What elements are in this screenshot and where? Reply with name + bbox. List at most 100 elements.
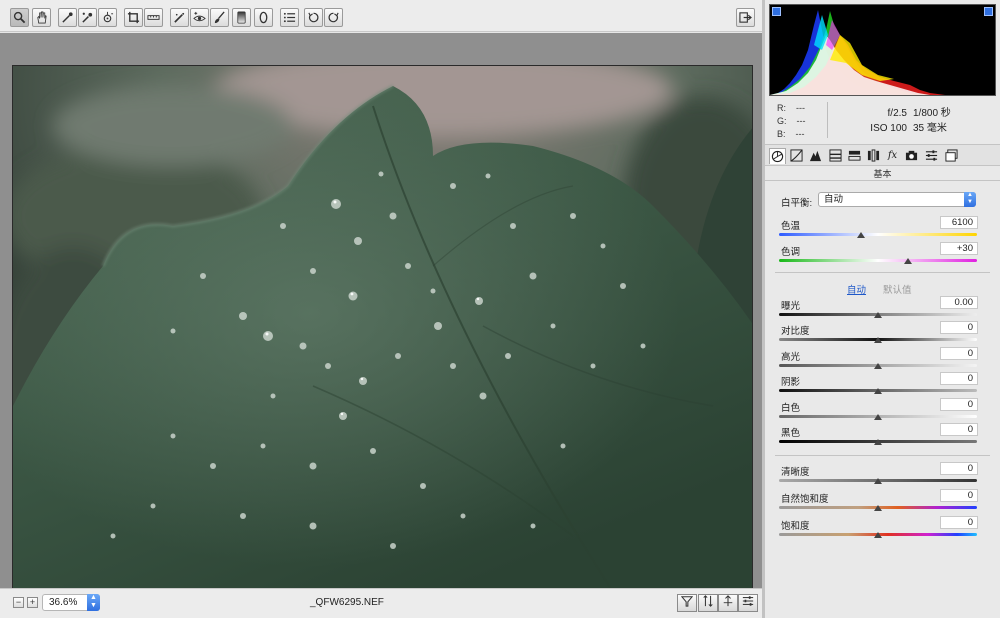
file-name: _QFW6295.NEF <box>310 597 384 608</box>
panel-tabs: fx <box>765 144 1000 166</box>
toolbar <box>0 0 762 32</box>
hand-tool-icon[interactable] <box>32 8 51 27</box>
chevron-updown-icon: ▲ ▼ <box>964 192 976 207</box>
tint-input[interactable]: +30 <box>940 242 978 255</box>
white-balance-tool-icon[interactable] <box>58 8 77 27</box>
white-balance-select[interactable]: 自动 ▲ ▼ <box>818 192 976 207</box>
chevron-updown-icon: ▲ ▼ <box>87 594 100 611</box>
clarity-slider-thumb[interactable] <box>874 478 882 484</box>
shadows-label: 阴影 <box>781 377 801 388</box>
straighten-tool-icon[interactable] <box>144 8 163 27</box>
tab-tone-curve-icon[interactable] <box>788 148 805 164</box>
divider <box>775 272 990 273</box>
contrast-input[interactable]: 0 <box>940 321 978 334</box>
temp-input[interactable]: 6100 <box>940 216 978 229</box>
b-label: B: <box>777 129 786 139</box>
camera-info: f/2.5 1/800 秒 ISO 100 35 毫米 <box>851 106 991 136</box>
fullscreen-toggle-icon[interactable] <box>736 8 755 27</box>
default-link[interactable]: 默认值 <box>883 282 912 296</box>
radial-filter-tool-icon[interactable] <box>254 8 273 27</box>
photo-preview[interactable] <box>12 65 753 591</box>
tab-presets-icon[interactable] <box>923 148 940 164</box>
temp-slider-thumb[interactable] <box>857 232 865 238</box>
shadows-input[interactable]: 0 <box>940 372 978 385</box>
tab-basic-icon[interactable] <box>769 148 786 164</box>
focal-length: 35 毫米 <box>913 123 947 134</box>
wb-value: 自动 <box>824 194 844 205</box>
tab-hsl-icon[interactable] <box>827 148 844 164</box>
swap-settings-icon[interactable] <box>698 594 718 612</box>
section-title: 基本 <box>765 167 1000 181</box>
preferences-list-icon[interactable] <box>280 8 299 27</box>
exposure-slider-thumb[interactable] <box>874 312 882 318</box>
info-divider <box>827 102 828 138</box>
tab-camera-calibration-icon[interactable] <box>903 148 920 164</box>
zoom-level-select[interactable]: 36.6% ▲ ▼ <box>42 594 100 611</box>
compare-mode-icon[interactable] <box>677 594 697 612</box>
vibrance-slider-thumb[interactable] <box>874 505 882 511</box>
tint-slider-thumb[interactable] <box>904 258 912 264</box>
b-value: --- <box>795 129 805 139</box>
histogram <box>769 4 996 96</box>
whites-input[interactable]: 0 <box>940 398 978 411</box>
status-bar: − + 36.6% ▲ ▼ _QFW6295.NEF <box>0 588 762 618</box>
contrast-slider-thumb[interactable] <box>874 337 882 343</box>
vibrance-input[interactable]: 0 <box>940 489 978 502</box>
auto-link[interactable]: 自动 <box>847 282 866 296</box>
clarity-label: 清晰度 <box>781 467 810 478</box>
color-sampler-tool-icon[interactable] <box>78 8 97 27</box>
blacks-slider-thumb[interactable] <box>874 439 882 445</box>
clarity-input[interactable]: 0 <box>940 462 978 475</box>
divider <box>775 455 990 456</box>
contrast-label: 对比度 <box>781 326 810 337</box>
preview-canvas[interactable] <box>0 33 762 591</box>
g-value: --- <box>796 116 806 126</box>
zoom-tool-icon[interactable] <box>10 8 29 27</box>
g-label: G: <box>777 116 787 126</box>
tab-split-toning-icon[interactable] <box>846 148 863 164</box>
wb-label: 白平衡: <box>781 198 813 209</box>
spot-removal-tool-icon[interactable] <box>170 8 189 27</box>
tint-slider[interactable] <box>779 259 977 262</box>
r-value: --- <box>796 103 805 113</box>
shadows-slider-thumb[interactable] <box>874 388 882 394</box>
tab-lens-icon[interactable] <box>865 148 882 164</box>
copy-settings-icon[interactable] <box>718 594 738 612</box>
adjustment-panel: R: --- G: --- B: --- f/2.5 1/800 秒 ISO 100 35… <box>765 0 1000 618</box>
exposure-input[interactable]: 0.00 <box>940 296 978 309</box>
zoom-out-button[interactable]: − <box>13 597 24 608</box>
saturation-label: 饱和度 <box>781 521 810 532</box>
temp-label: 色温 <box>781 221 801 232</box>
highlights-input[interactable]: 0 <box>940 347 978 360</box>
adjustment-brush-tool-icon[interactable] <box>210 8 229 27</box>
blacks-label: 黑色 <box>781 428 801 439</box>
rgb-readout: R: --- G: --- B: --- <box>777 102 806 141</box>
aperture: f/2.5 <box>887 108 907 119</box>
rotate-ccw-icon[interactable] <box>304 8 323 27</box>
highlights-slider-thumb[interactable] <box>874 363 882 369</box>
blacks-input[interactable]: 0 <box>940 423 978 436</box>
r-label: R: <box>777 103 786 113</box>
tab-snapshots-icon[interactable] <box>943 148 960 164</box>
whites-slider-thumb[interactable] <box>874 414 882 420</box>
zoom-level-value: 36.6% <box>49 597 78 608</box>
red-eye-tool-icon[interactable] <box>190 8 209 27</box>
tab-detail-icon[interactable] <box>807 148 824 164</box>
shutter-speed: 1/800 秒 <box>913 108 951 119</box>
exposure-label: 曝光 <box>781 301 801 312</box>
vibrance-label: 自然饱和度 <box>781 494 829 505</box>
whites-label: 白色 <box>781 403 801 414</box>
targeted-adjustment-tool-icon[interactable] <box>98 8 117 27</box>
rotate-cw-icon[interactable] <box>324 8 343 27</box>
saturation-input[interactable]: 0 <box>940 516 978 529</box>
iso: ISO 100 <box>870 123 907 134</box>
temp-slider[interactable] <box>779 233 977 236</box>
preview-preferences-icon[interactable] <box>738 594 758 612</box>
zoom-in-button[interactable]: + <box>27 597 38 608</box>
crop-tool-icon[interactable] <box>124 8 143 27</box>
tab-fx-icon[interactable]: fx <box>884 148 901 164</box>
highlights-label: 高光 <box>781 352 801 363</box>
graduated-filter-tool-icon[interactable] <box>232 8 251 27</box>
tint-label: 色调 <box>781 247 801 258</box>
saturation-slider-thumb[interactable] <box>874 532 882 538</box>
